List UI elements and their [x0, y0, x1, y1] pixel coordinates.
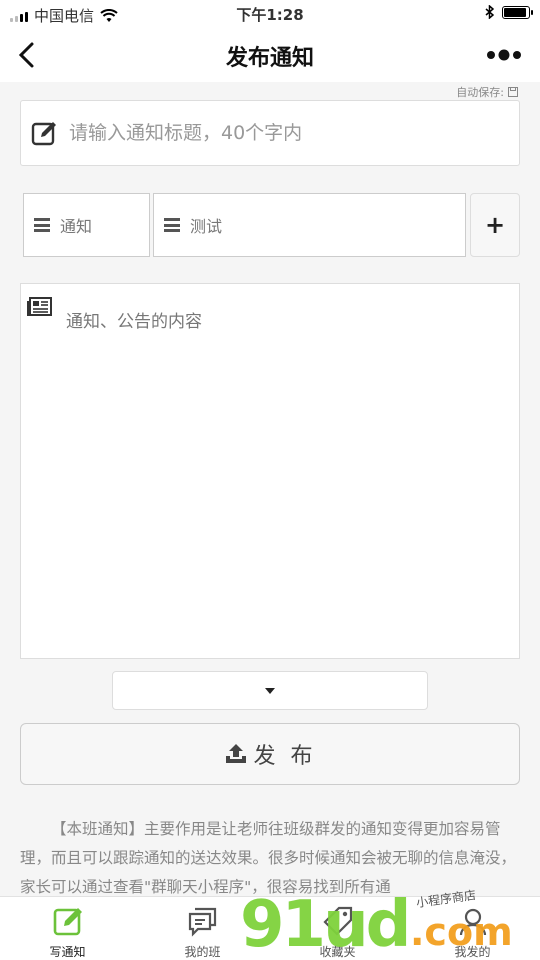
tab-my-class[interactable]: 我的班 — [135, 897, 270, 960]
tab-label: 我发的 — [454, 945, 491, 959]
list-icon — [164, 218, 180, 232]
tag-select-notice[interactable]: 通知 — [23, 193, 150, 257]
more-menu-icon[interactable] — [486, 46, 522, 64]
tab-bar: 写通知 我的班 收藏夹 我发的 — [0, 896, 540, 960]
battery-icon — [502, 5, 533, 19]
publish-button[interactable]: 发 布 — [20, 723, 520, 785]
tag-label: 通知 — [60, 217, 93, 236]
status-bar: 中国电信 下午1:28 — [0, 0, 540, 28]
chat-icon — [188, 907, 216, 937]
tag-icon — [322, 906, 352, 936]
autosave-indicator: 自动保存: — [456, 84, 518, 100]
description-text: 【本班通知】主要作用是让老师往班级群发的通知变得更加容易管理，而且可以跟踪通知的… — [20, 820, 517, 896]
tab-my-sent[interactable]: 我发的 — [405, 897, 540, 960]
content-textarea[interactable]: 通知、公告的内容 — [20, 283, 520, 659]
publish-label: 发 布 — [253, 744, 317, 769]
options-dropdown[interactable] — [112, 671, 428, 710]
tag-label: 测试 — [190, 217, 223, 236]
nav-bar: 发布通知 — [0, 28, 540, 82]
write-icon — [53, 908, 82, 936]
title-field[interactable] — [20, 100, 520, 166]
upload-icon — [225, 744, 246, 763]
newspaper-icon — [27, 297, 52, 316]
add-tag-button[interactable]: + — [470, 193, 520, 257]
tab-write-notice[interactable]: 写通知 — [0, 897, 135, 960]
tab-label: 我的班 — [184, 945, 221, 959]
status-time: 下午1:28 — [236, 6, 304, 24]
tab-label: 写通知 — [49, 945, 86, 959]
caret-down-icon — [265, 687, 275, 694]
tab-label: 收藏夹 — [319, 945, 356, 959]
page-title: 发布通知 — [225, 46, 314, 71]
list-icon — [34, 218, 50, 232]
content-placeholder: 通知、公告的内容 — [66, 312, 202, 332]
tag-select-test[interactable]: 测试 — [153, 193, 466, 257]
user-icon — [459, 908, 486, 936]
edit-icon — [31, 122, 56, 146]
save-icon — [508, 87, 518, 97]
title-input[interactable] — [69, 122, 489, 144]
autosave-label: 自动保存: — [456, 86, 504, 99]
tab-favorites[interactable]: 收藏夹 — [270, 897, 405, 960]
bluetooth-icon — [485, 5, 494, 19]
